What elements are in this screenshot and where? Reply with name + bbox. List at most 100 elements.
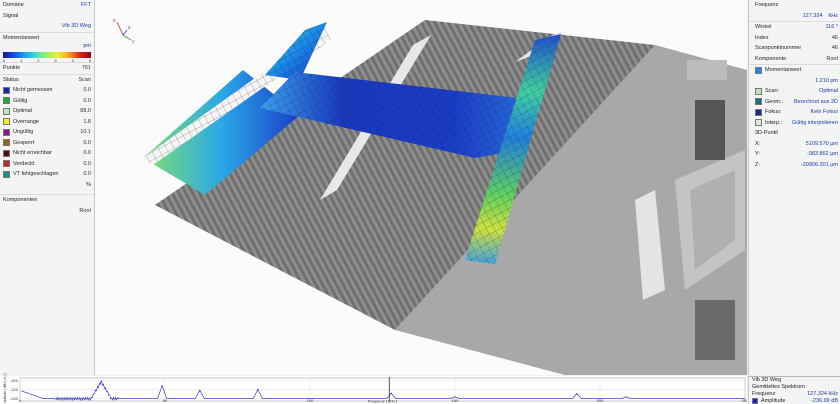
status-item-value: 0.0 <box>83 139 91 146</box>
scan-label: Scan: <box>765 88 780 94</box>
scale-tick: 1 <box>20 58 23 63</box>
interp-row: Interp.: Gültig interpolieren <box>749 118 840 129</box>
spec-amp-row: Amplitude -236.99 dB <box>749 398 840 404</box>
freq-value-row: 127.324 kHz <box>749 11 840 22</box>
freq-unit: kHz <box>828 12 838 19</box>
status-item-value: 0.0 <box>83 97 91 104</box>
status-color-swatch <box>3 118 10 126</box>
spec-signal: Vib 3D Weg <box>752 377 782 383</box>
3d-view[interactable]: x y z <box>95 0 747 375</box>
x-value: 5109.570 µm <box>805 140 838 147</box>
status-item: Nicht erreichbar 0.0 <box>0 148 94 159</box>
right-info-panel: Frequenz 127.324 kHz Winkel 116 ° Index … <box>748 0 840 375</box>
spec-type: Gemitteltes Spektrum <box>752 384 805 390</box>
bond-pad <box>687 60 727 80</box>
status-item-label: Verdeckt <box>13 160 35 167</box>
bond-pad <box>695 100 725 160</box>
status-item-label: Optimal <box>13 108 32 114</box>
status-item-value: 0.0 <box>83 150 91 156</box>
index-row: Index 46 <box>749 33 840 44</box>
status-value[interactable]: Scan <box>78 75 91 86</box>
status-item-label: Nicht gemessen <box>13 87 53 93</box>
status-item-label: Ungültig <box>13 129 34 135</box>
components-row: Komponenten <box>0 194 94 206</box>
scanpoint-value: 46 <box>831 45 838 51</box>
status-row[interactable]: Status Scan <box>0 73 94 86</box>
status-item-label: Overrange <box>13 118 39 125</box>
angle-label: Winkel <box>755 24 772 30</box>
index-value: 46 <box>831 34 838 41</box>
scanpoint-row: Scanpunktnummer 46 <box>749 43 840 54</box>
left-properties-panel: Domäne FFT Signal Vib 3D Weg Momentanwer… <box>0 0 95 375</box>
z-value: -20906.301 µm <box>800 161 838 168</box>
unit-label: pm <box>83 43 91 49</box>
spec-freq-value: 127.324 kHz <box>807 391 838 397</box>
axis-z-label: z <box>128 25 131 31</box>
momentary-row: Momentanwert <box>749 64 840 76</box>
scanpoint-label: Scanpunktnummer <box>755 45 802 51</box>
spec-signal-row: Vib 3D Weg <box>749 377 840 384</box>
geom-swatch <box>755 98 762 106</box>
interp-label: Interp.: <box>765 119 783 126</box>
x-label: X: <box>755 140 761 147</box>
status-item-label: VT fehlgeschlagen <box>13 171 59 177</box>
components-value[interactable]: Root <box>79 206 91 217</box>
status-item-value: 0.0 <box>83 87 91 93</box>
points-label: Punkte <box>3 65 21 71</box>
signal-label: Signal <box>3 12 19 19</box>
domain-label: Domäne <box>3 2 24 8</box>
status-item-value: 88.0 <box>80 108 91 114</box>
signal-value[interactable]: Vib 3D Weg <box>62 21 91 32</box>
domain-value[interactable]: FFT <box>81 0 91 11</box>
signal-value-row[interactable]: Vib 3D Weg <box>0 21 94 32</box>
spectrum-info-panel: Vib 3D Weg Gemitteltes Spektrum Frequenz… <box>748 376 840 404</box>
quantity-row: Momentanwert <box>0 31 94 44</box>
domain-row[interactable]: Domäne FFT <box>0 0 94 11</box>
freq-label: Frequenz <box>755 2 779 8</box>
scale-tick: 0 <box>3 58 6 63</box>
color-scale[interactable]: 0 1 2 3 4 5 <box>3 50 91 63</box>
signal-label-row: Signal <box>0 11 94 22</box>
status-item: Gültig 0.0 <box>0 96 94 107</box>
status-item-label: Nicht erreichbar <box>13 150 52 156</box>
3d-scene[interactable]: x y z <box>95 0 747 375</box>
components-value-row[interactable]: Root <box>0 206 94 217</box>
interp-swatch <box>755 119 762 127</box>
bond-pad <box>695 300 735 360</box>
percent-label: % <box>86 181 91 188</box>
color-scale-ticks: 0 1 2 3 4 5 <box>3 58 91 63</box>
status-color-swatch <box>3 107 10 115</box>
spec-freq-row: Frequenz 127.324 kHz <box>749 391 840 398</box>
quantity-label: Momentanwert <box>3 34 40 41</box>
mesh-grid <box>265 22 327 80</box>
status-item-label: Gültig <box>13 97 28 104</box>
status-item-value: 0.0 <box>83 171 91 177</box>
points-value: 761 <box>81 65 91 71</box>
status-item: Verdeckt 0.0 <box>0 159 94 170</box>
freq-label-row: Frequenz <box>749 0 840 11</box>
amp-swatch <box>752 398 758 404</box>
scale-tick: 5 <box>88 58 91 63</box>
scale-tick: 2 <box>37 58 40 63</box>
axis-gizmo[interactable]: x y z <box>113 18 135 45</box>
status-item: Nicht gemessen 0.0 <box>0 85 94 96</box>
x-row: X: 5109.570 µm <box>749 139 840 150</box>
status-color-swatch <box>3 97 10 105</box>
spec-amp-label: Amplitude <box>761 398 786 404</box>
momentary-label: Momentanwert <box>765 67 802 73</box>
interp-value: Gültig interpolieren <box>791 119 838 126</box>
angle-value: 116 ° <box>825 24 839 30</box>
freq-value: 127.324 <box>802 12 823 19</box>
status-item-label: Gesperrt <box>13 139 35 146</box>
momentary-value-row: 1.210 pm <box>749 76 840 87</box>
spectrum-chart-panel[interactable] <box>0 376 747 404</box>
unit-row: pm <box>0 43 94 50</box>
status-item: Optimal 88.0 <box>0 106 94 117</box>
points-row: Punkte 761 <box>0 62 94 74</box>
status-color-swatch <box>3 160 10 168</box>
momentary-color-swatch <box>755 66 762 74</box>
status-item-value: 1.8 <box>83 118 91 125</box>
status-item: VT fehlgeschlagen 0.0 <box>0 169 94 180</box>
status-color-swatch <box>3 139 10 147</box>
percent-row: % <box>0 180 94 191</box>
